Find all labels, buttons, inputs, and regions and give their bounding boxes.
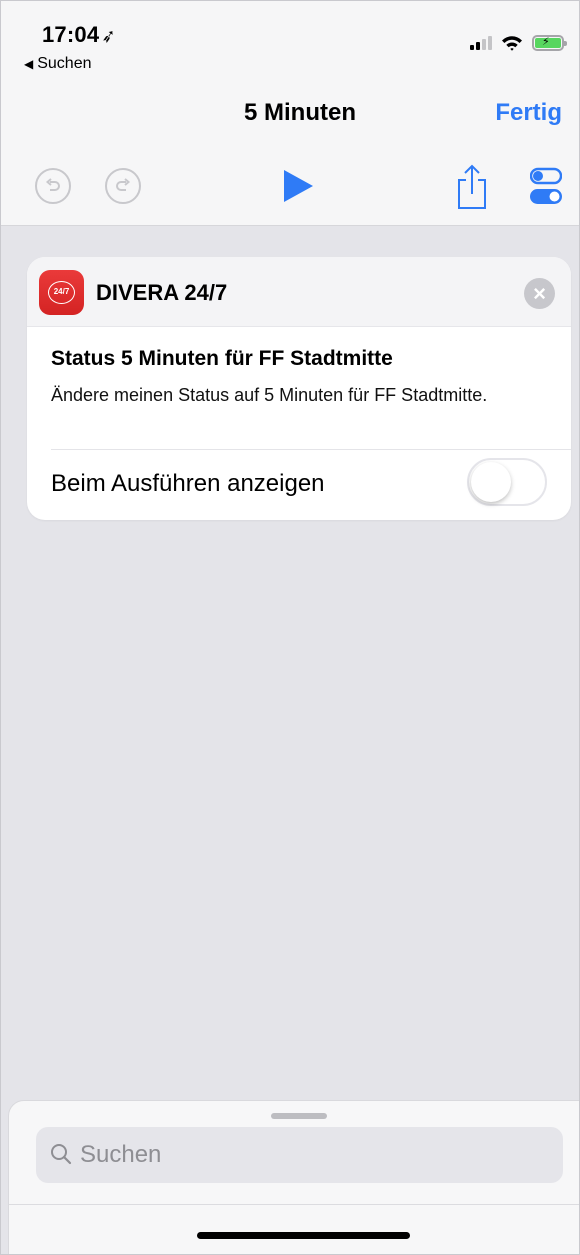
redo-icon[interactable] bbox=[105, 168, 141, 204]
wifi-icon bbox=[502, 36, 522, 51]
toggle-knob bbox=[471, 462, 511, 502]
settings-toggles-icon[interactable] bbox=[530, 167, 562, 205]
action-card-header: 24/7 DIVERA 24/7 × bbox=[27, 257, 571, 327]
sheet-grabber[interactable] bbox=[271, 1113, 327, 1119]
card-divider bbox=[51, 449, 571, 450]
sheet-divider bbox=[9, 1204, 580, 1205]
status-time: 17:04➶ bbox=[42, 22, 119, 48]
location-arrow-icon: ➶ bbox=[99, 24, 119, 48]
play-icon[interactable] bbox=[284, 170, 313, 202]
remove-action-button[interactable]: × bbox=[524, 278, 555, 309]
page-title: 5 Minuten bbox=[244, 99, 356, 126]
done-button[interactable]: Fertig bbox=[495, 99, 562, 127]
signal-icon bbox=[470, 36, 492, 50]
show-when-run-toggle[interactable] bbox=[467, 458, 547, 506]
divera-app-icon: 24/7 bbox=[39, 270, 84, 315]
action-card[interactable]: 24/7 DIVERA 24/7 × Status 5 Minuten für … bbox=[27, 257, 571, 520]
app-icon-text: 24/7 bbox=[53, 287, 70, 296]
action-title: Status 5 Minuten für FF Stadtmitte bbox=[51, 347, 393, 370]
back-to-search-link[interactable]: ◀ Suchen bbox=[24, 55, 92, 73]
battery-charging-icon bbox=[532, 35, 567, 51]
system-icons bbox=[470, 33, 567, 53]
search-field[interactable] bbox=[36, 1127, 563, 1183]
home-indicator[interactable] bbox=[197, 1232, 410, 1239]
undo-icon[interactable] bbox=[35, 168, 71, 204]
app-name: DIVERA 24/7 bbox=[96, 280, 228, 305]
back-triangle-icon: ◀ bbox=[24, 57, 34, 71]
search-icon bbox=[51, 1144, 72, 1165]
actions-bottom-sheet bbox=[8, 1100, 580, 1255]
header-area: 17:04➶ ◀Suchen 5 Minuten Fertig bbox=[0, 0, 580, 226]
share-icon[interactable] bbox=[456, 164, 488, 210]
action-description: Ändere meinen Status auf 5 Minuten für F… bbox=[51, 385, 488, 405]
show-when-run-label: Beim Ausführen anzeigen bbox=[51, 470, 325, 497]
search-input[interactable] bbox=[80, 1139, 540, 1171]
status-time-text: 17:04 bbox=[42, 22, 100, 47]
back-label: Suchen bbox=[37, 55, 92, 72]
